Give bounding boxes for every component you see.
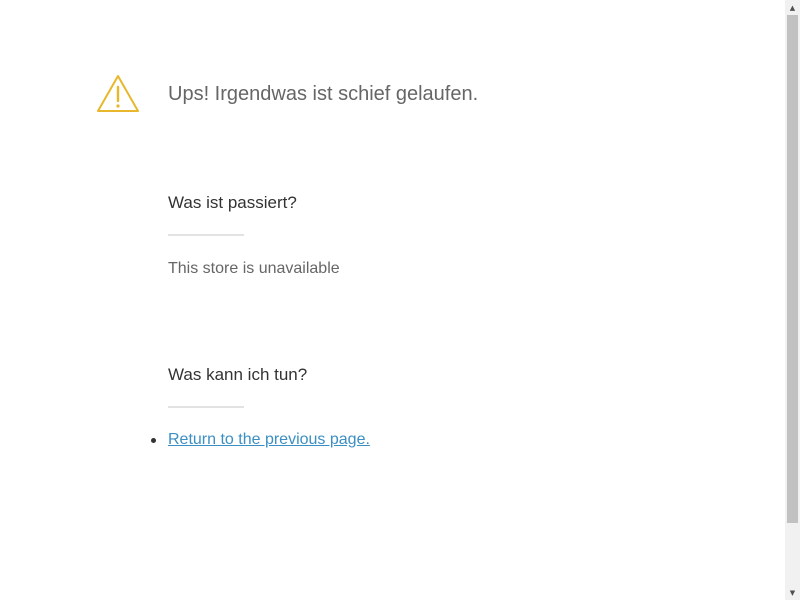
error-title: Ups! Irgendwas ist schief gelaufen.: [168, 83, 479, 105]
scrollbar-thumb[interactable]: [787, 15, 798, 523]
browser-viewport: Ups! Irgendwas ist schief gelaufen. Was …: [0, 0, 800, 600]
divider: [168, 234, 244, 236]
divider: [168, 406, 244, 408]
bullet-icon: [151, 438, 156, 443]
warning-triangle-icon: [97, 75, 139, 112]
action-list: Return to the previous page.: [150, 430, 370, 450]
list-item: Return to the previous page.: [150, 430, 370, 450]
scroll-down-arrow-icon[interactable]: ▼: [785, 585, 800, 600]
return-previous-page-link[interactable]: Return to the previous page.: [168, 431, 370, 448]
what-happened-heading: Was ist passiert?: [168, 193, 297, 212]
error-page: Ups! Irgendwas ist schief gelaufen. Was …: [0, 0, 785, 600]
what-to-do-heading: Was kann ich tun?: [168, 365, 308, 384]
scroll-up-arrow-icon[interactable]: ▲: [785, 0, 800, 15]
vertical-scrollbar[interactable]: ▲ ▼: [785, 0, 800, 600]
error-message: This store is unavailable: [168, 260, 340, 277]
